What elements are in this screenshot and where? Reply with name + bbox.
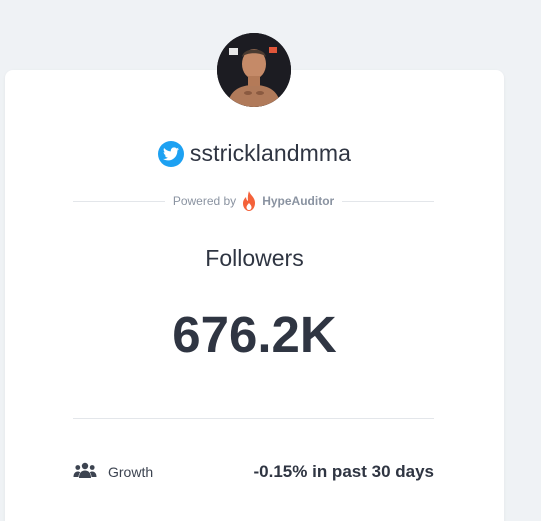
section-divider — [73, 418, 434, 419]
powered-by-label-group[interactable]: Powered by HypeAuditor — [165, 191, 342, 211]
powered-by-prefix: Powered by — [172, 194, 237, 208]
growth-value: -0.15% in past 30 days — [253, 462, 434, 481]
growth-row: Growth -0.15% in past 30 days — [73, 459, 434, 485]
powered-by: Powered by HypeAuditor — [73, 190, 434, 212]
profile-handle[interactable]: sstricklandmma — [190, 140, 351, 167]
stats-card — [5, 70, 504, 521]
flame-icon — [241, 191, 257, 211]
profile-photo — [217, 33, 291, 107]
powered-by-brand: HypeAuditor — [262, 194, 335, 208]
divider-right — [342, 200, 434, 202]
page: sstricklandmma Powered by HypeAuditor Fo… — [0, 0, 541, 521]
profile-handle-row: sstricklandmma — [0, 140, 509, 167]
users-icon — [73, 461, 97, 484]
followers-label: Followers — [205, 245, 304, 271]
growth-label: Growth — [108, 464, 154, 480]
followers-count: 676.2K — [172, 306, 337, 363]
growth-label-group: Growth — [73, 461, 153, 484]
divider-left — [73, 200, 165, 202]
twitter-icon — [157, 140, 184, 167]
avatar — [217, 33, 291, 107]
